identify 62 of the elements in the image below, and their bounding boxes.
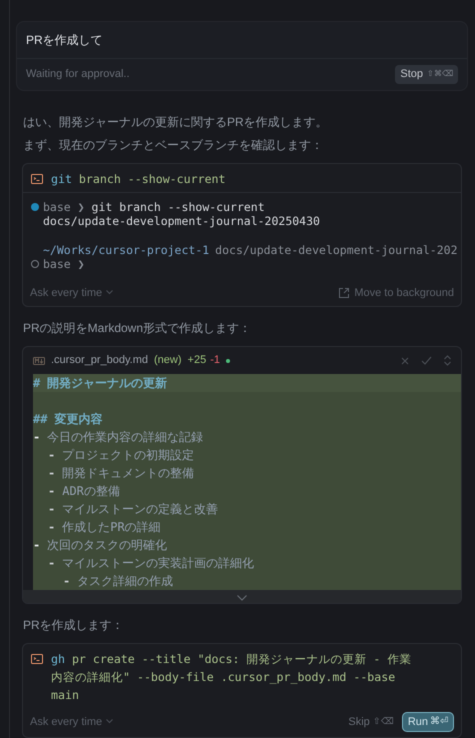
stop-button[interactable]: Stop ⇧⌘⌫ [395,65,458,84]
markdown-marker: - [48,519,56,536]
prompt-text: base ❯ [43,256,85,270]
markdown-marker: - [33,429,40,446]
list-item-text: 作成したPRの詳細 [62,519,161,536]
list-item-text: 開発ドキュメントの整備 [62,465,194,482]
prompt-title: PRを作成して [17,22,467,59]
chevron-down-icon [106,290,114,296]
accept-button[interactable] [421,356,432,365]
terminal-icon [31,654,43,664]
markdown-icon [33,356,45,364]
list-item-text: マイルストーンの定義と改善 [62,501,218,518]
list-item-text: マイルストーンの実装計画の詳細化 [62,555,254,572]
external-icon [339,288,350,298]
list-item-text: タスク詳細の作成 [77,573,174,590]
expand-button[interactable] [444,355,451,366]
markdown-marker: - [48,501,56,518]
chevron-down-icon [237,595,247,601]
heading-text: 変更内容 [54,411,102,428]
expand-icon [444,355,451,366]
markdown-marker: - [33,537,40,554]
skip-button[interactable]: Skip ⇧⌫ [348,714,394,730]
markdown-marker: - [48,483,56,500]
move-to-background-button[interactable]: Move to background [339,284,454,301]
markdown-marker: ## [33,411,48,428]
command-text: git branch --show-current [92,200,265,214]
markdown-marker: - [48,555,56,572]
status-text: Waiting for approval.. [26,67,130,82]
command-text: gh pr create --title "docs: 開発ジャーナルの更新 - 作業内容の詳細化" --body-file .cursor_pr_body.md --base main [51,650,412,704]
list-item-text: 次回のタスクの明確化 [47,537,168,554]
path-text: ~/Works/cursor-project-1 [43,242,210,256]
prompt-text: base ❯ [43,200,85,214]
close-icon [401,356,409,364]
message-text: はい、開発ジャーナルの更新に関するPRを作成します。 [23,114,329,130]
approval-dropdown[interactable]: Ask every time [30,714,114,730]
shortcut-label: ⇧⌫ [372,715,394,728]
markdown-marker: - [48,447,56,464]
list-item-text: プロジェクトの初期設定 [62,447,194,464]
close-button[interactable] [401,356,409,364]
chevron-down-icon [106,719,114,724]
heading-text: 開発ジャーナルの更新 [47,375,168,392]
run-button[interactable]: Run ⌘⏎ [402,712,454,732]
check-icon [421,356,432,365]
markdown-marker: # [33,375,40,392]
terminal-icon [31,174,43,184]
approval-dropdown[interactable]: Ask every time [30,284,114,301]
shortcut-label: ⇧⌘⌫ [427,68,453,80]
markdown-marker: - [48,465,56,482]
output-text: docs/update-development-journal-20250430 [43,214,320,228]
message-text: PRの説明をMarkdown形式で作成します： [23,320,252,337]
message-text: まず、現在のブランチとベースブランチを確認します： [23,136,324,154]
list-item-text: 今日の作業内容の詳細な記録 [47,429,204,446]
list-item-text: ADRの整備 [62,483,120,500]
branch-text: docs/update-development-journal-202 [215,242,458,256]
removed-count: -1 [210,353,220,368]
command-text: git branch --show-current [51,170,227,188]
message-text: PRを作成します： [23,616,125,634]
shortcut-label: ⌘⏎ [430,715,448,730]
file-name: .cursor_pr_body.md [51,353,148,368]
file-status: (new) [154,353,182,368]
markdown-marker: - [63,573,70,590]
added-count: +25 [188,353,206,368]
